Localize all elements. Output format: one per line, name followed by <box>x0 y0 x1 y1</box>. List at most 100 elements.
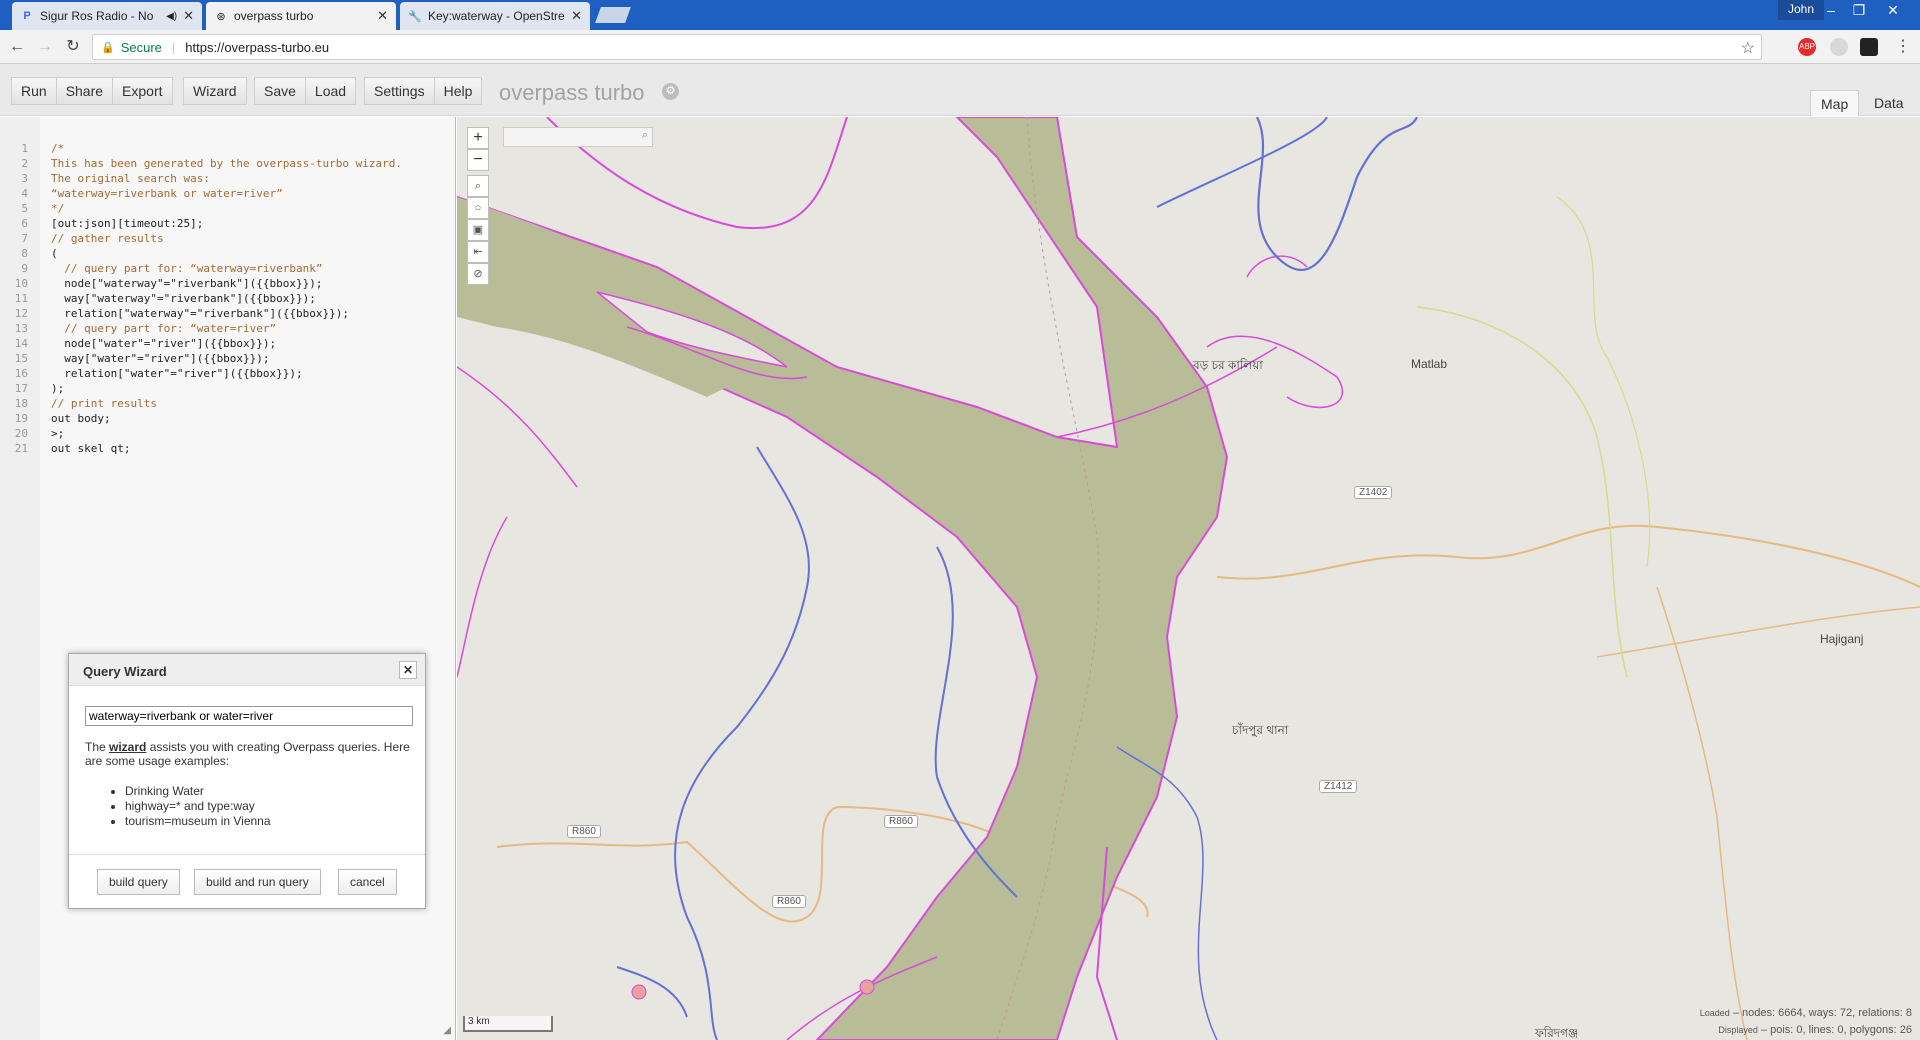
code-editor[interactable]: 1 /* 2 This has been generated by the overp… <box>0 117 456 1040</box>
wizard-link[interactable]: wizard <box>109 740 146 754</box>
search-icon[interactable]: ⌕ <box>467 175 489 197</box>
resize-handle-icon[interactable]: ◢ <box>443 1025 451 1036</box>
wizard-description: The wizard assists you with creating Ove… <box>85 740 415 768</box>
code-line: 16 relation["water"="river"]({{bbox}}); <box>0 366 402 381</box>
code-lines: 1 /* 2 This has been generated by the overp… <box>0 141 402 456</box>
code-line: 14 node["water"="river"]({{bbox}}); <box>0 336 402 351</box>
line-number: 14 <box>14 337 28 350</box>
code-text: relation["water"="river"]({{bbox}}); <box>51 367 303 380</box>
code-line: 15 way["water"="river"]({{bbox}}); <box>0 351 402 366</box>
close-icon[interactable]: ✕ <box>183 8 194 24</box>
code-line: 11 way["waterway"="riverbank"]({{bbox}})… <box>0 291 402 306</box>
wizard-title: Query Wizard <box>83 664 167 679</box>
code-text: node["water"="river"]({{bbox}}); <box>51 337 277 350</box>
data-stats: Loaded – nodes: 6664, ways: 72, relation… <box>1700 1005 1912 1039</box>
close-icon[interactable]: ✕ <box>571 8 582 24</box>
list-item: Drinking Water <box>125 784 271 799</box>
toolbar-group-misc: Settings Help <box>364 77 483 105</box>
load-button[interactable]: Load <box>305 77 357 105</box>
code-line: 17); <box>0 381 402 396</box>
code-line: 7 // gather results <box>0 231 402 246</box>
road-shield: R860 <box>884 815 918 828</box>
cast-icon[interactable] <box>1860 38 1878 56</box>
tab-overpass-turbo[interactable]: ⊛ overpass turbo ✕ <box>206 2 396 30</box>
line-number: 12 <box>14 307 28 320</box>
tab-data[interactable]: Data <box>1864 90 1914 116</box>
close-icon[interactable]: ✕ <box>377 8 388 24</box>
help-button[interactable]: Help <box>434 77 483 105</box>
extension-icon[interactable] <box>1830 38 1848 56</box>
search-icon: ⌕ <box>641 129 648 141</box>
lock-icon: 🔒 <box>101 41 115 54</box>
speaker-icon[interactable]: ◀) <box>166 11 177 22</box>
line-number: 11 <box>14 292 28 305</box>
code-text: // query part for: “water=river” <box>51 322 277 335</box>
overpass-logo-icon: ⚙ <box>662 83 679 100</box>
line-number: 21 <box>14 442 28 455</box>
code-line: 4 “waterway=riverbank or water=river” <box>0 186 402 201</box>
list-item: highway=* and type:way <box>125 799 271 814</box>
line-number: 17 <box>14 382 28 395</box>
map-search-input[interactable]: ⌕ <box>503 127 653 147</box>
stats-displayed-label: Displayed <box>1718 1025 1758 1035</box>
line-number: 18 <box>14 397 28 410</box>
new-tab-button[interactable] <box>595 7 631 23</box>
tab-map[interactable]: Map <box>1810 90 1860 116</box>
adblock-icon[interactable]: ABP <box>1798 38 1816 56</box>
wizard-desc-prefix: The <box>85 740 110 754</box>
code-text: way["water"="river"]({{bbox}}); <box>51 352 270 365</box>
wizard-button[interactable]: Wizard <box>183 77 247 105</box>
line-number: 1 <box>21 142 28 155</box>
back-icon[interactable]: ← <box>6 36 28 58</box>
tab-key-waterway[interactable]: 🔧 Key:waterway - OpenStre ✕ <box>400 2 590 30</box>
star-icon[interactable]: ☆ <box>1741 38 1755 58</box>
code-line: 5 */ <box>0 201 402 216</box>
menu-icon[interactable]: ⋮ <box>1892 36 1914 58</box>
reload-icon[interactable]: ↻ <box>62 36 84 58</box>
road-shield: Z1402 <box>1354 486 1393 499</box>
stats-displayed: Displayed – pois: 0, lines: 0, polygons:… <box>1700 1022 1912 1039</box>
export-button[interactable]: Export <box>113 77 173 105</box>
save-button[interactable]: Save <box>254 77 306 105</box>
code-line: 18 // print results <box>0 396 402 411</box>
wizard-header: Query Wizard ✕ <box>69 654 425 686</box>
tab-label: overpass turbo <box>234 9 314 23</box>
settings-button[interactable]: Settings <box>364 77 435 105</box>
toggle-data-icon[interactable]: ⊘ <box>467 263 489 285</box>
close-icon[interactable]: ✕ <box>399 661 417 679</box>
run-button[interactable]: Run <box>11 77 57 105</box>
code-text: way["waterway"="riverbank"]({{bbox}}); <box>51 292 316 305</box>
build-and-run-query-button[interactable]: build and run query <box>194 869 321 895</box>
minimize-icon[interactable]: – <box>1818 2 1844 18</box>
wizard-examples-list: Drinking Water highway=* and type:way to… <box>125 784 271 829</box>
share-button[interactable]: Share <box>56 77 114 105</box>
url-field[interactable]: 🔒 Secure | https://overpass-turbo.eu ☆ <box>92 34 1762 60</box>
url-text: https://overpass-turbo.eu <box>185 39 330 55</box>
locate-icon[interactable]: ○ <box>467 197 489 219</box>
list-item: tourism=museum in Vienna <box>125 814 271 829</box>
road-shield: R860 <box>567 825 601 838</box>
map-view[interactable]: + − ⌕ ○ ▣ ⇤ ⊘ ⌕ বড় চর কালিয়া Matlab Ha… <box>457 117 1920 1040</box>
tab-sigur-ros[interactable]: P Sigur Ros Radio - No ◀) ✕ <box>12 2 202 30</box>
forward-icon[interactable]: → <box>34 36 56 58</box>
wizard-search-input[interactable] <box>85 706 413 726</box>
line-number: 15 <box>14 352 28 365</box>
code-text: // gather results <box>51 232 164 245</box>
line-number: 2 <box>21 157 28 170</box>
layers-icon[interactable]: ▣ <box>467 219 489 241</box>
code-line: 12 relation["waterway"="riverbank"]({{bb… <box>0 306 402 321</box>
window-close-icon[interactable]: ✕ <box>1880 2 1906 19</box>
fit-data-icon[interactable]: ⇤ <box>467 241 489 263</box>
zoom-in-button[interactable]: + <box>467 127 489 149</box>
restore-icon[interactable]: ❐ <box>1846 2 1872 19</box>
code-line: 8( <box>0 246 402 261</box>
tab-label: Key:waterway - OpenStre <box>428 9 565 23</box>
stats-displayed-value: – pois: 0, lines: 0, polygons: 26 <box>1760 1024 1912 1036</box>
cancel-button[interactable]: cancel <box>338 869 397 895</box>
pandora-icon: P <box>23 10 31 22</box>
code-line: 21 out skel qt; <box>0 441 402 456</box>
zoom-out-button[interactable]: − <box>467 149 489 171</box>
overpass-icon: ⊛ <box>216 10 226 23</box>
code-line: 6 [out:json][timeout:25]; <box>0 216 402 231</box>
build-query-button[interactable]: build query <box>97 869 180 895</box>
